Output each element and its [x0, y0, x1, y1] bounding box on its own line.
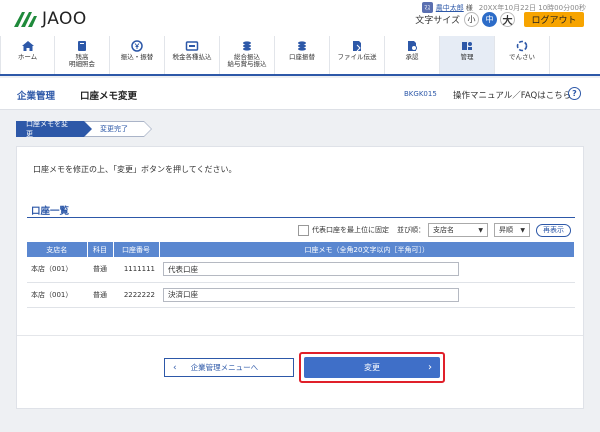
payment-icon	[185, 41, 199, 51]
pin-primary-label: 代表口座を最上位に固定	[312, 226, 389, 234]
file-icon	[353, 41, 361, 52]
chevron-left-icon: ‹	[173, 362, 177, 373]
cell-subject: 普通	[87, 257, 113, 283]
order-select-value: 昇順	[499, 226, 513, 234]
nav-item-account-transfer[interactable]: 口座振替	[275, 36, 330, 74]
caret-down-icon: ▼	[520, 226, 525, 234]
font-size-medium-button[interactable]: 中	[482, 12, 497, 27]
chevron-right-icon: ›	[428, 362, 432, 373]
redisplay-button[interactable]: 再表示	[536, 223, 571, 237]
column-header-subject: 科目	[87, 242, 114, 257]
approval-icon	[408, 41, 417, 51]
nav-label: でんさい	[509, 53, 535, 61]
ja-logo-mark-icon	[14, 12, 37, 27]
order-select[interactable]: 昇順 ▼	[494, 223, 530, 237]
coins-icon	[243, 41, 251, 51]
nav-label: ファイル伝送	[337, 53, 377, 61]
memo-input[interactable]: 代表口座	[163, 262, 459, 277]
nav-label: 口座振替	[289, 53, 315, 61]
filter-row: 代表口座を最上位に固定 並び順： 支店名 ▼ 昇順 ▼ 再表示	[298, 223, 571, 237]
cell-memo: 代表口座	[159, 257, 575, 283]
column-header-branch: 支店名	[27, 242, 88, 257]
back-button-label: 企業管理メニューへ	[190, 363, 259, 372]
cell-memo: 決済口座	[159, 282, 575, 308]
logout-button[interactable]: ログアウト	[524, 12, 584, 27]
sort-select-value: 支店名	[433, 226, 454, 234]
main-panel: 口座メモを修正の上、「変更」ボタンを押してください。 口座一覧 代表口座を最上位…	[16, 146, 584, 409]
caret-down-icon: ▼	[478, 226, 483, 234]
panel-divider	[17, 335, 583, 336]
home-icon	[21, 41, 34, 51]
brand-logo: JAOO	[12, 9, 87, 29]
user-name-link[interactable]: 農中太郎	[436, 3, 464, 13]
font-size-small-button[interactable]: 小	[464, 12, 479, 27]
user-suffix: 様	[465, 3, 473, 12]
section-title: 口座一覧	[31, 206, 70, 217]
nav-label: 残高 明細照会	[69, 53, 95, 69]
table-row: 本店（001） 普通 2222222 決済口座	[27, 282, 575, 308]
cell-branch: 本店（001）	[27, 282, 87, 308]
back-to-menu-button[interactable]: ‹ 企業管理メニューへ	[164, 358, 294, 377]
column-header-account-number: 口座番号	[113, 242, 160, 257]
section-divider	[27, 217, 575, 218]
pin-primary-checkbox[interactable]	[298, 224, 309, 236]
nav-label: 税金各種払込	[172, 53, 212, 61]
nav-label: 振込・振替	[120, 53, 154, 61]
help-icon[interactable]: ?	[568, 87, 581, 100]
step-next: 変更完了	[84, 121, 152, 137]
submit-highlight: 変更 ›	[299, 352, 445, 383]
passbook-icon	[78, 41, 86, 51]
cell-account-number: 2222222	[113, 282, 159, 308]
step-current: 口座メモを変更	[16, 120, 92, 138]
sort-label: 並び順：	[397, 226, 425, 234]
admin-icon	[462, 42, 472, 50]
nav-item-home[interactable]: ホーム	[0, 36, 55, 74]
nav-item-transfer[interactable]: 振込・振替	[110, 36, 165, 74]
brand-logo-text: JAOO	[42, 9, 87, 29]
login-time: 20XX年10月22日 10時00分00秒	[478, 3, 586, 12]
main-nav: ホーム 残高 明細照会 振込・振替 税金各種払込 総合振込 給与賞与振込 口座振…	[0, 36, 600, 76]
cell-subject: 普通	[87, 282, 113, 308]
cell-branch: 本店（001）	[27, 257, 87, 283]
account-table: 支店名 科目 口座番号 口座メモ（全角20文字以内［半角可］） 本店（001） …	[27, 242, 575, 308]
font-size-label: 文字サイズ	[415, 16, 460, 26]
table-header-row: 支店名 科目 口座番号 口座メモ（全角20文字以内［半角可］）	[27, 242, 575, 257]
nav-label: 総合振込 給与賞与振込	[227, 53, 267, 69]
nav-label: ホーム	[17, 53, 38, 61]
page-title-bar: 企業管理 口座メモ変更 BKGK015 操作マニュアル／FAQはこちら ?	[0, 78, 600, 110]
memo-input[interactable]: 決済口座	[163, 287, 459, 302]
densai-icon	[516, 40, 528, 52]
yen-transfer-icon	[131, 40, 143, 52]
page-id: BKGK015	[404, 90, 437, 98]
coins-icon	[298, 41, 306, 51]
column-header-memo: 口座メモ（全角20文字以内［半角可］）	[159, 242, 575, 257]
submit-button-label: 変更	[364, 363, 380, 372]
font-size-controls: 文字サイズ 小 中 大 ログアウト	[415, 12, 584, 27]
nav-item-densai[interactable]: でんさい	[495, 36, 550, 74]
submit-change-button[interactable]: 変更 ›	[304, 357, 440, 378]
help-link[interactable]: 操作マニュアル／FAQはこちら	[453, 89, 571, 101]
nav-item-file-transfer[interactable]: ファイル伝送	[330, 36, 385, 74]
nav-item-approval[interactable]: 承認	[385, 36, 440, 74]
sort-select[interactable]: 支店名 ▼	[428, 223, 488, 237]
nav-item-admin[interactable]: 管理	[440, 36, 495, 74]
nav-item-bulk-transfer[interactable]: 総合振込 給与賞与振込	[220, 36, 275, 74]
font-size-large-button[interactable]: 大	[500, 12, 515, 27]
table-row: 本店（001） 普通 1111111 代表口座	[27, 257, 575, 283]
cell-account-number: 1111111	[113, 257, 159, 283]
nav-item-tax[interactable]: 税金各種払込	[165, 36, 220, 74]
instruction-text: 口座メモを修正の上、「変更」ボタンを押してください。	[33, 165, 237, 174]
nav-item-balance[interactable]: 残高 明細照会	[55, 36, 110, 74]
page-title: 口座メモ変更	[80, 91, 138, 102]
step-indicator: 口座メモを変更 変更完了	[16, 120, 152, 138]
breadcrumb-category: 企業管理	[17, 91, 56, 102]
nav-label: 管理	[460, 53, 474, 61]
nav-label: 承認	[405, 53, 419, 61]
header: JAOO ﾏｽ 農中太郎 様 20XX年10月22日 10時00分00秒 文字サ…	[0, 0, 600, 36]
